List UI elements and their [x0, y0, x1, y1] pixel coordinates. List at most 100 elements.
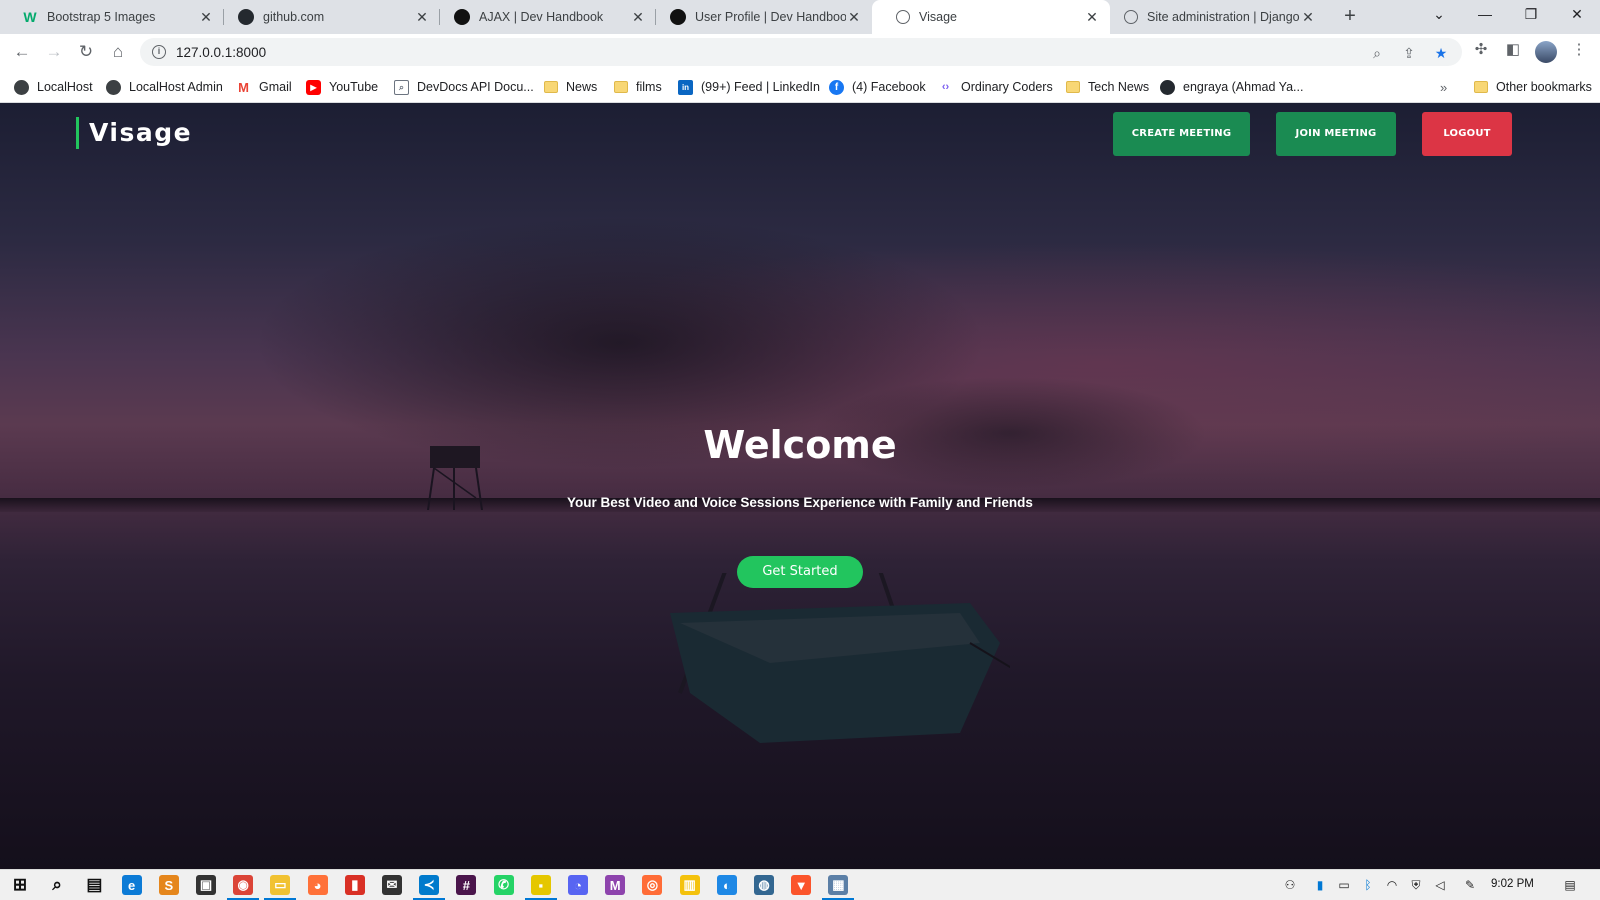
pen-icon[interactable]: ✎ — [1462, 877, 1478, 893]
bookmark-star-icon[interactable]: ★ — [1432, 44, 1450, 62]
tab-visage[interactable]: Visage ✕ — [872, 0, 1110, 34]
bookmark-ordinary-coders[interactable]: ‹› Ordinary Coders — [938, 78, 1053, 96]
address-bar[interactable]: i 127.0.0.1:8000 ⌕ ⇪ ★ — [140, 38, 1462, 66]
tab-github[interactable]: github.com ✕ — [224, 0, 440, 34]
tab-title: Visage — [919, 10, 957, 24]
wifi-icon[interactable]: ◠ — [1384, 877, 1400, 893]
task-view-icon[interactable]: ▤ — [84, 875, 104, 895]
hero-heading: Welcome — [703, 423, 897, 467]
close-tab-icon[interactable]: ✕ — [1084, 9, 1100, 25]
screen-app-icon[interactable]: ▦ — [822, 875, 855, 900]
notes-icon[interactable]: ▥ — [679, 875, 700, 895]
bookmark-label: News — [566, 80, 598, 94]
battery-icon[interactable]: ▭ — [1336, 877, 1352, 893]
code-icon: ‹› — [941, 81, 950, 93]
volume-icon[interactable]: ◁ — [1432, 877, 1448, 893]
slack-icon[interactable]: # — [456, 875, 477, 895]
people-icon[interactable]: ⚇ — [1282, 877, 1298, 893]
folder-icon — [544, 81, 558, 93]
postgres-icon[interactable]: ◍ — [754, 875, 774, 895]
whatsapp-icon[interactable]: ✆ — [493, 875, 514, 895]
globe-icon — [106, 79, 121, 95]
home-button[interactable]: ⌂ — [106, 40, 130, 64]
bookmark-label: Other bookmarks — [1496, 80, 1592, 94]
discord-icon[interactable]: ◔ — [568, 875, 588, 895]
gmail-icon: M — [238, 79, 249, 95]
minimize-button[interactable]: — — [1462, 0, 1508, 30]
tab-site-administration[interactable]: Site administration | Django s ✕ — [1110, 0, 1326, 34]
extensions-puzzle-icon[interactable]: ✣ — [1472, 41, 1490, 59]
notifications-icon[interactable]: ▤ — [1562, 877, 1578, 893]
bookmark-localhost-admin[interactable]: LocalHost Admin — [106, 78, 223, 96]
tab-search-chevron-icon[interactable]: ⌄ — [1416, 0, 1462, 30]
bookmarks-overflow-chevron-icon[interactable]: » — [1440, 78, 1447, 96]
bookmark-label: LocalHost — [37, 80, 93, 94]
tab-user-profile[interactable]: User Profile | Dev Handbook ✕ — [656, 0, 872, 34]
tab-ajax-dev-handbook[interactable]: AJAX | Dev Handbook ✕ — [440, 0, 656, 34]
share-icon[interactable]: ⇪ — [1400, 44, 1418, 62]
bookmark-linkedin[interactable]: in (99+) Feed | LinkedIn — [678, 78, 820, 96]
logout-button[interactable]: LOGOUT — [1422, 112, 1512, 156]
sublime-icon[interactable]: S — [158, 875, 179, 895]
create-meeting-button[interactable]: CREATE MEETING — [1113, 112, 1250, 156]
close-tab-icon[interactable]: ✕ — [1300, 9, 1316, 25]
edge-beta-icon[interactable]: ◐ — [716, 875, 737, 895]
forward-button[interactable]: → — [42, 40, 66, 64]
app-red-icon[interactable]: ▮ — [344, 875, 365, 895]
get-started-button[interactable]: Get Started — [737, 556, 863, 588]
bookmark-label: Gmail — [259, 80, 292, 94]
tray-app-icon[interactable]: ▮ — [1312, 877, 1328, 893]
brave-icon[interactable]: ▼ — [791, 875, 812, 895]
globe-icon — [14, 79, 29, 95]
profile-avatar[interactable] — [1535, 41, 1557, 63]
bookmarks-bar: LocalHost LocalHost Admin M Gmail ▶ YouT… — [0, 70, 1600, 103]
address-url[interactable]: 127.0.0.1:8000 — [176, 45, 266, 60]
new-tab-button[interactable]: + — [1338, 5, 1362, 29]
bluetooth-icon[interactable]: ᛒ — [1360, 877, 1376, 893]
bookmark-youtube[interactable]: ▶ YouTube — [306, 78, 378, 96]
browser-toolbar: ← → ↻ ⌂ i 127.0.0.1:8000 ⌕ ⇪ ★ ✣ ◧ ⋮ — [0, 34, 1600, 70]
bookmark-folder-tech-news[interactable]: Tech News — [1066, 78, 1149, 96]
firefox-icon[interactable]: ◕ — [307, 875, 328, 895]
vscode-icon[interactable]: ≺ — [413, 875, 446, 900]
site-info-icon[interactable]: i — [152, 45, 166, 59]
bookmark-other-bookmarks[interactable]: Other bookmarks — [1474, 78, 1592, 96]
close-tab-icon[interactable]: ✕ — [630, 9, 646, 25]
postman-icon[interactable]: ◎ — [642, 875, 663, 895]
bookmark-facebook[interactable]: f (4) Facebook — [829, 78, 926, 96]
chrome-icon[interactable]: ◉ — [227, 875, 260, 900]
close-tab-icon[interactable]: ✕ — [846, 9, 862, 25]
search-icon[interactable]: ⌕ — [47, 875, 67, 895]
mail-icon[interactable]: ✉ — [382, 875, 402, 895]
join-meeting-button[interactable]: JOIN MEETING — [1276, 112, 1396, 156]
tab-bootstrap-images[interactable]: W Bootstrap 5 Images ✕ — [8, 0, 224, 34]
chrome-menu-icon[interactable]: ⋮ — [1570, 41, 1588, 59]
edge-icon[interactable]: e — [121, 875, 142, 895]
brand-logo[interactable]: Visage — [76, 117, 192, 149]
bookmark-label: engraya (Ahmad Ya... — [1183, 80, 1304, 94]
restore-button[interactable]: ❐ — [1508, 0, 1554, 30]
bookmark-gmail[interactable]: M Gmail — [236, 78, 292, 96]
zoom-icon[interactable]: ⌕ — [1368, 44, 1386, 62]
page-viewport: Visage CREATE MEETING JOIN MEETING LOGOU… — [0, 103, 1600, 869]
bookmark-folder-news[interactable]: News — [544, 78, 597, 96]
side-panel-icon[interactable]: ◧ — [1504, 41, 1522, 59]
bookmark-github-engraya[interactable]: engraya (Ahmad Ya... — [1160, 78, 1303, 96]
bookmark-devdocs[interactable]: ⌕ DevDocs API Docu... — [394, 78, 534, 96]
bookmark-localhost[interactable]: LocalHost — [14, 78, 93, 96]
bookmark-label: (99+) Feed | LinkedIn — [701, 80, 820, 94]
sticky-notes-icon[interactable]: ▪ — [524, 875, 557, 900]
taskbar-clock[interactable]: 9:02 PM — [1491, 878, 1534, 890]
close-tab-icon[interactable]: ✕ — [414, 9, 430, 25]
media-icon[interactable]: M — [605, 875, 626, 895]
security-shield-icon[interactable]: ⛨ — [1408, 877, 1424, 893]
close-window-button[interactable]: ✕ — [1554, 0, 1600, 30]
close-tab-icon[interactable]: ✕ — [198, 9, 214, 25]
start-button[interactable]: ⊞ — [10, 875, 30, 895]
tab-title: Site administration | Django s — [1147, 10, 1300, 24]
bookmark-folder-films[interactable]: films — [614, 78, 662, 96]
reload-button[interactable]: ↻ — [74, 40, 98, 64]
file-explorer-icon[interactable]: ▭ — [264, 875, 297, 900]
back-button[interactable]: ← — [10, 40, 34, 64]
store-icon[interactable]: ▣ — [196, 875, 216, 895]
